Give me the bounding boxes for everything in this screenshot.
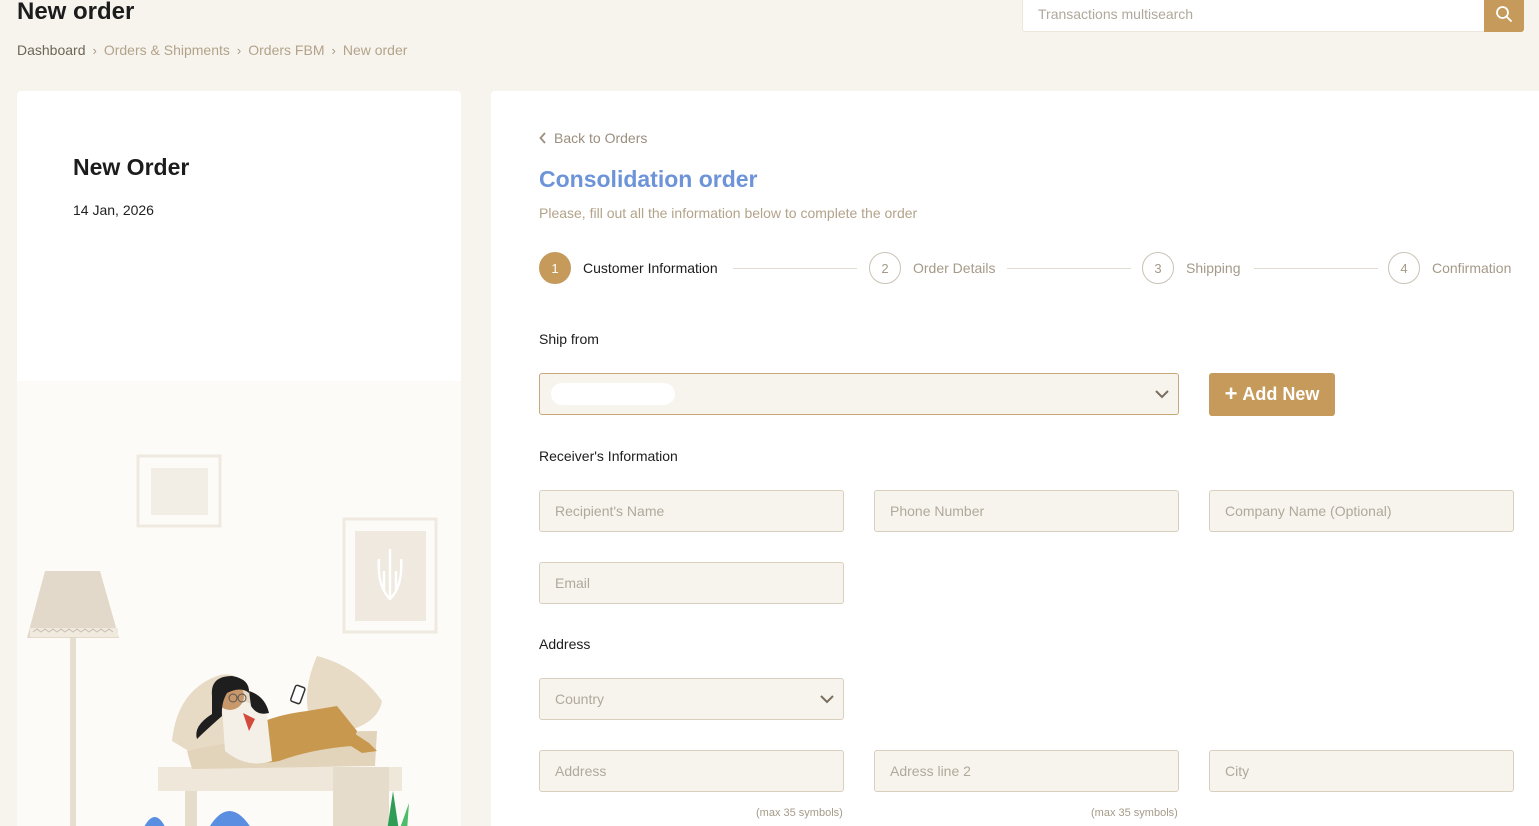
company-name-input[interactable] bbox=[1210, 491, 1513, 531]
ship-from-select[interactable] bbox=[539, 373, 1179, 415]
recipient-name-input[interactable] bbox=[540, 491, 843, 531]
step-1-label[interactable]: Customer Information bbox=[583, 260, 718, 276]
step-2-label[interactable]: Order Details bbox=[913, 260, 995, 276]
email-field bbox=[539, 562, 844, 604]
search-icon bbox=[1496, 6, 1512, 22]
breadcrumb-orders-fbm[interactable]: Orders FBM bbox=[248, 42, 324, 58]
phone-number-input[interactable] bbox=[875, 491, 1178, 531]
step-connector bbox=[1007, 268, 1131, 269]
address-input[interactable] bbox=[540, 751, 843, 791]
breadcrumb-new-order: New order bbox=[342, 42, 408, 58]
page-title: New order bbox=[17, 0, 135, 25]
plus-icon: + bbox=[1224, 380, 1238, 406]
form-title: Consolidation order bbox=[539, 166, 758, 192]
step-3-label[interactable]: Shipping bbox=[1186, 260, 1241, 276]
city-input[interactable] bbox=[1210, 751, 1513, 791]
address-line2-field bbox=[874, 750, 1179, 792]
recipient-name-field bbox=[539, 490, 844, 532]
order-card-title: New Order bbox=[73, 154, 190, 180]
breadcrumb-orders-shipments[interactable]: Orders & Shipments bbox=[104, 42, 230, 58]
chevron-down-icon bbox=[820, 695, 834, 704]
progress-stepper: 1 Customer Information 2 Order Details 3… bbox=[539, 252, 1514, 284]
chevron-right-icon: › bbox=[331, 42, 336, 58]
step-1-circle[interactable]: 1 bbox=[539, 252, 571, 284]
step-2-circle[interactable]: 2 bbox=[869, 252, 901, 284]
order-date: 14 Jan, 2026 bbox=[73, 202, 154, 218]
chevron-left-icon bbox=[539, 132, 546, 144]
step-connector bbox=[1254, 268, 1378, 269]
back-link-label: Back to Orders bbox=[554, 130, 648, 146]
city-field bbox=[1209, 750, 1514, 792]
step-3-circle[interactable]: 3 bbox=[1142, 252, 1174, 284]
country-select[interactable]: Country bbox=[539, 678, 844, 720]
chevron-right-icon: › bbox=[236, 42, 242, 58]
form-subtitle: Please, fill out all the information bel… bbox=[539, 205, 918, 221]
address-max-hint: (max 35 symbols) bbox=[756, 807, 843, 819]
add-new-button[interactable]: + Add New bbox=[1209, 373, 1335, 416]
person-relaxing-illustration bbox=[27, 454, 438, 826]
step-connector bbox=[733, 268, 857, 269]
order-summary-card: New Order 14 Jan, 2026 bbox=[17, 91, 461, 826]
chevron-down-icon bbox=[1155, 390, 1169, 399]
search-button[interactable] bbox=[1484, 0, 1524, 32]
address-field bbox=[539, 750, 844, 792]
step-4-circle[interactable]: 4 bbox=[1388, 252, 1420, 284]
breadcrumb: Dashboard › Orders & Shipments › Orders … bbox=[17, 42, 407, 58]
search-input[interactable] bbox=[1023, 0, 1484, 31]
address-label: Address bbox=[539, 636, 591, 652]
company-name-field bbox=[1209, 490, 1514, 532]
search-box bbox=[1022, 0, 1485, 32]
order-form-card: Back to Orders Consolidation order Pleas… bbox=[491, 91, 1539, 826]
back-to-orders-link[interactable]: Back to Orders bbox=[539, 130, 647, 146]
ship-from-label: Ship from bbox=[539, 331, 599, 347]
country-placeholder: Country bbox=[555, 691, 605, 707]
step-4-label[interactable]: Confirmation bbox=[1432, 260, 1511, 276]
breadcrumb-dashboard[interactable]: Dashboard bbox=[17, 42, 86, 58]
add-new-label: Add New bbox=[1242, 384, 1320, 404]
chevron-right-icon: › bbox=[92, 42, 97, 58]
phone-number-field bbox=[874, 490, 1179, 532]
address-line2-input[interactable] bbox=[875, 751, 1178, 791]
receiver-info-label: Receiver's Information bbox=[539, 448, 678, 464]
ship-from-value-redacted bbox=[551, 383, 675, 405]
email-input[interactable] bbox=[540, 563, 843, 603]
address-line2-max-hint: (max 35 symbols) bbox=[1091, 807, 1178, 819]
